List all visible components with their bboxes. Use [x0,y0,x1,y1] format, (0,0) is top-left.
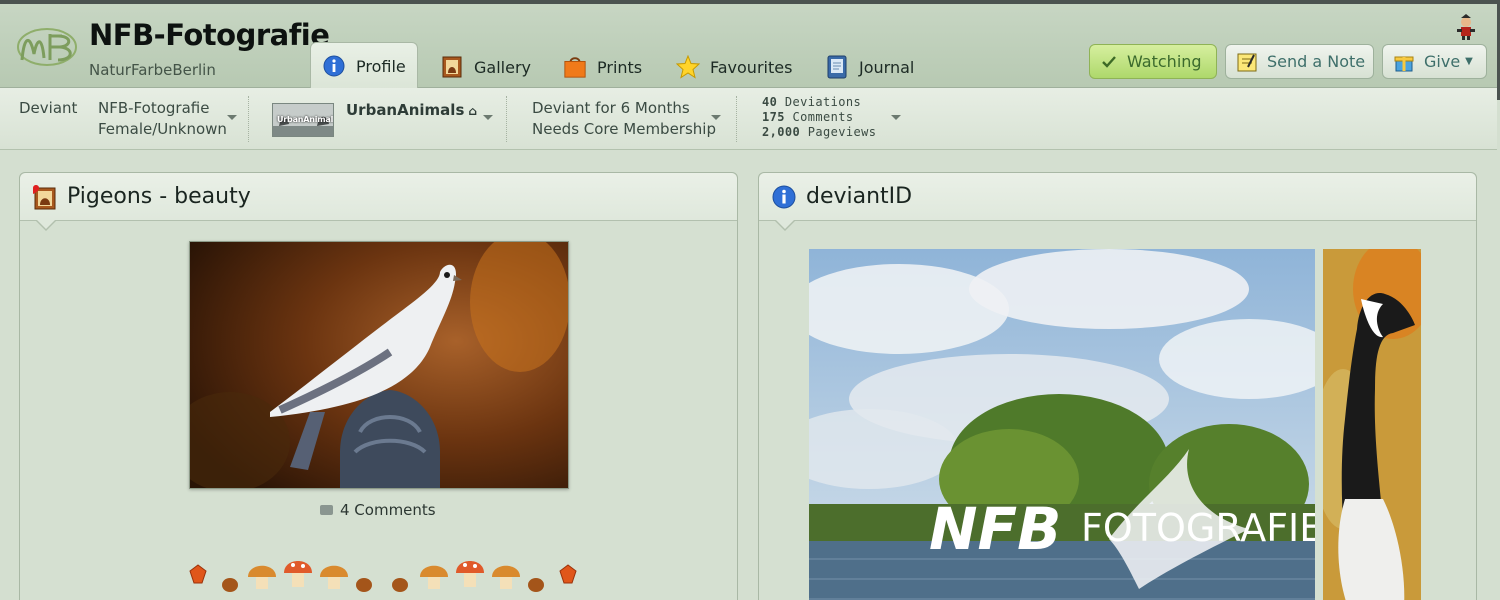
checkmark-icon [1101,55,1117,69]
give-label: Give [1424,52,1461,71]
featured-deviation-panel: Pigeons - beauty 4 Comments [19,172,738,600]
shopping-bag-icon [563,55,587,79]
group-name-link[interactable]: UrbanAnimals ⌂ [346,100,477,122]
featured-comments-count: 4 Comments [340,501,436,519]
profile-header: NFB-Fotografie NaturFarbeBerlin Profile … [0,4,1497,89]
panel-header: deviantID [759,173,1476,221]
membership-duration: Deviant for 6 Months [532,99,690,117]
chevron-down-icon: ▼ [1465,56,1473,67]
group-image-text: UrbanAnimals [277,115,334,124]
group-thumbnail[interactable]: UrbanAnimals [272,103,334,137]
stat-pageviews: 2,000 Pageviews [762,125,877,139]
watching-label: Watching [1127,52,1202,71]
tab-prints[interactable]: Prints [563,46,642,88]
deviant-avatar-icon[interactable] [1451,13,1479,41]
tab-label: Prints [597,57,643,77]
mushroom-decoration [189,561,577,592]
profile-info-bar: Deviant NFB-Fotografie Female/Unknown Ur… [0,88,1497,150]
send-note-label: Send a Note [1267,52,1366,71]
gift-icon [1394,52,1414,72]
deviantid-panel: deviantID NFB FOTOGRAFIE [758,172,1477,600]
chevron-down-icon[interactable] [483,115,493,120]
stat-deviations[interactable]: 40 Deviations [762,95,876,110]
info-icon [322,54,346,78]
deviantid-landscape-image[interactable]: NFB FOTOGRAFIE [809,249,1315,600]
tab-profile[interactable]: Profile [310,42,418,89]
nfb-logo-icon[interactable] [14,24,80,70]
group-name: UrbanAnimals [346,101,465,119]
chevron-down-icon[interactable] [711,115,721,120]
tab-label: Profile [356,56,406,76]
divider [506,96,507,142]
home-icon: ⌂ [464,104,478,118]
star-icon [676,55,700,79]
give-button[interactable]: Give ▼ [1382,44,1487,79]
watching-button[interactable]: Watching [1089,44,1217,79]
featured-comments-link[interactable]: 4 Comments [320,501,436,519]
profile-stats: 40 Deviations 175 Comments 2,000 Pagevie… [762,95,876,140]
featured-title[interactable]: Pigeons - beauty [67,184,251,209]
journal-book-icon [825,55,849,79]
tab-label: Journal [859,57,915,77]
tab-favourites[interactable]: Favourites [676,46,792,88]
profile-username[interactable]: NFB-Fotografie [89,18,330,52]
logo-text: FOTOGRAFIE [1081,506,1315,550]
membership-status[interactable]: Needs Core Membership [532,119,716,140]
stat-comments[interactable]: 175 Comments [762,110,876,125]
deviantid-title: deviantID [806,184,913,209]
deviantid-goose-image[interactable] [1323,249,1421,600]
divider [248,96,249,142]
comment-bubble-icon [320,505,333,515]
panel-header: Pigeons - beauty [20,173,737,221]
send-note-button[interactable]: Send a Note [1225,44,1374,79]
deviant-gender: Female/Unknown [98,120,227,138]
deviant-type-label: Deviant [19,99,78,117]
gallery-frame-icon [440,55,464,79]
header-notch [37,220,55,229]
tab-label: Gallery [474,57,531,77]
svg-text:NFB: NFB [929,495,1061,563]
note-icon [1237,52,1257,72]
gallery-frame-icon [33,185,56,210]
header-notch [776,220,794,229]
deviant-name: NFB-Fotografie [98,99,210,117]
profile-realname: NaturFarbeBerlin [89,61,216,79]
divider [736,96,737,142]
info-icon [772,185,796,209]
chevron-down-icon[interactable] [891,115,901,120]
featured-pigeon-image[interactable] [189,241,569,489]
chevron-down-icon[interactable] [227,115,237,120]
tab-label: Favourites [710,57,793,77]
tab-journal[interactable]: Journal [825,46,914,88]
tab-gallery[interactable]: Gallery [440,46,531,88]
